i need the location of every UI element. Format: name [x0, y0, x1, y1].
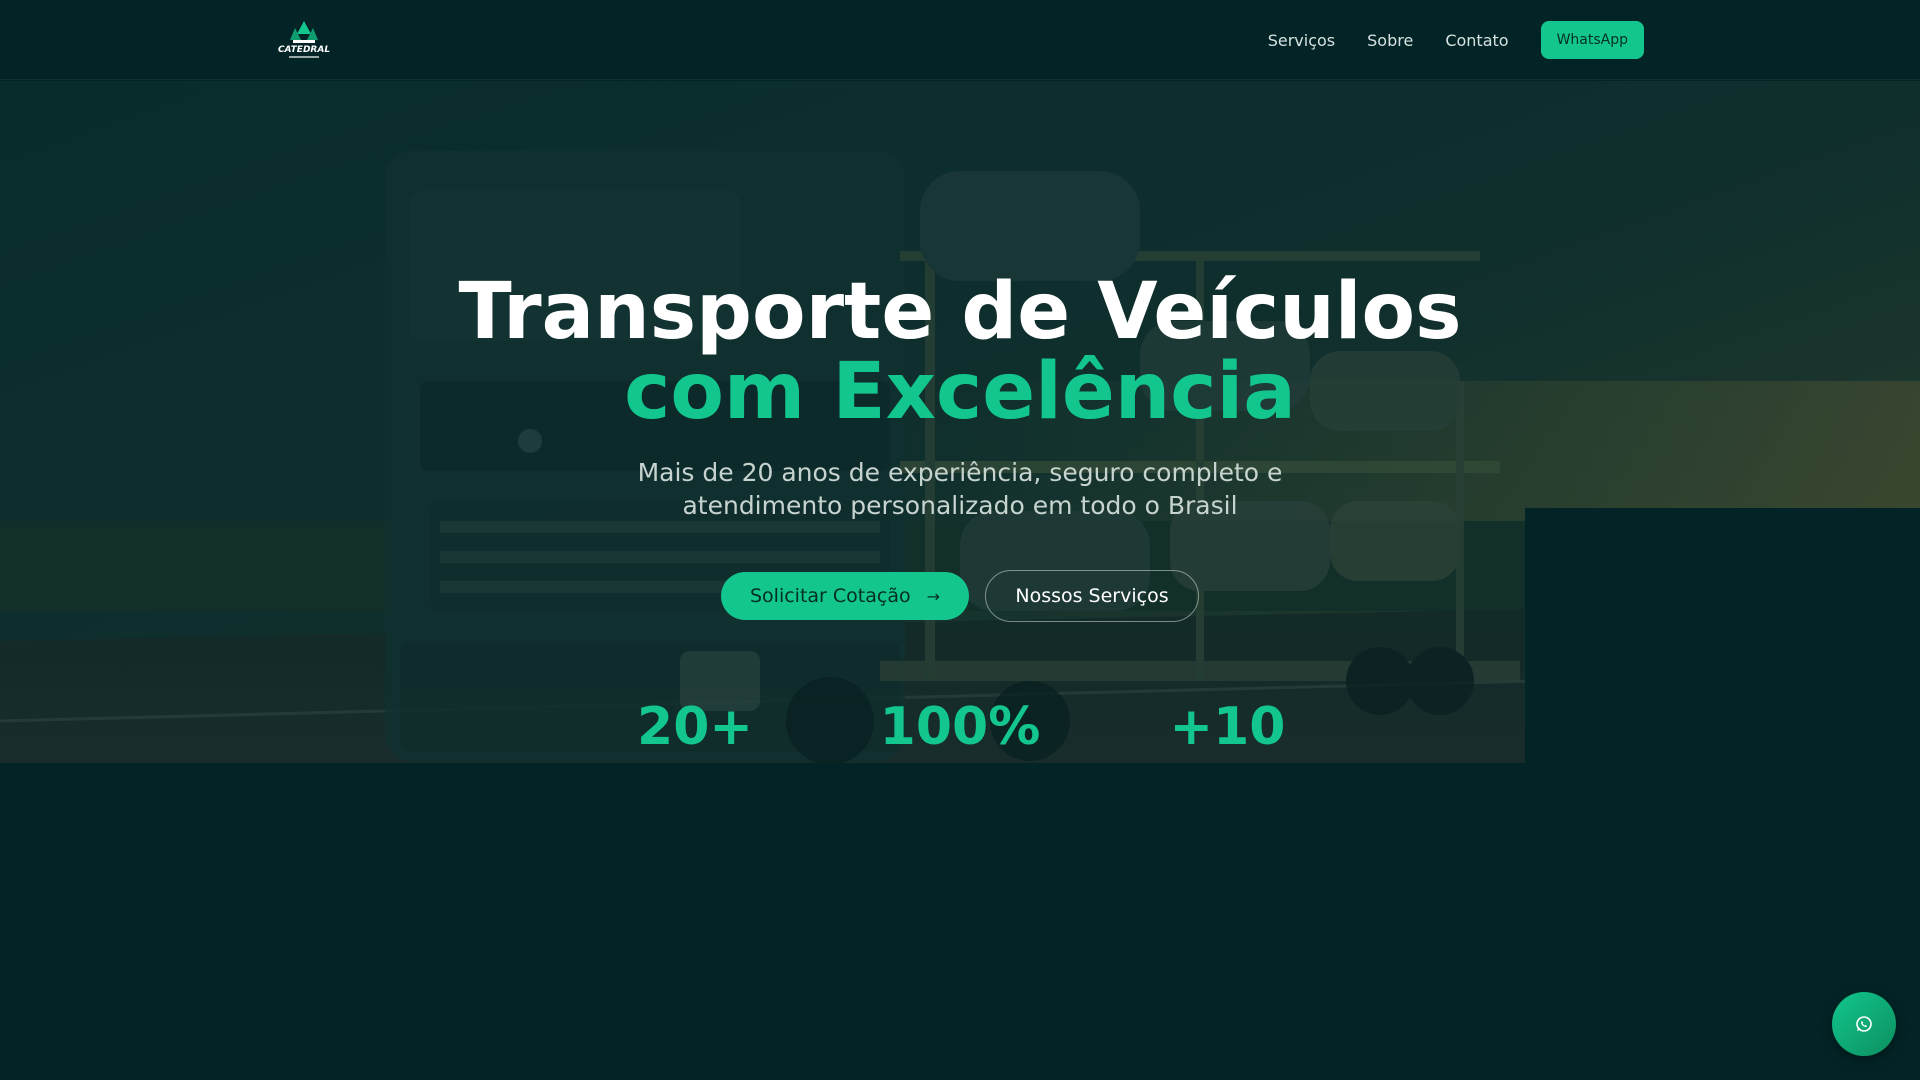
- nav-link-sobre[interactable]: Sobre: [1367, 31, 1413, 50]
- catedral-logo[interactable]: CATEDRAL: [278, 20, 330, 60]
- stat-years: 20+: [637, 697, 753, 757]
- hero-title: Transporte de Veículos: [458, 267, 1462, 357]
- our-services-button[interactable]: Nossos Serviços: [985, 570, 1199, 622]
- landing-page: CATEDRAL Serviços Sobre Contato WhatsApp…: [0, 0, 1920, 1080]
- stat-count: +10: [1169, 697, 1286, 757]
- main-nav: Serviços Sobre Contato WhatsApp: [1268, 20, 1644, 60]
- whatsapp-icon: [1856, 1016, 1872, 1032]
- logo-text: CATEDRAL: [277, 45, 331, 55]
- logo-underline: [289, 56, 319, 58]
- stat-percentage: 100%: [879, 697, 1041, 757]
- request-quote-button[interactable]: Solicitar Cotação →: [721, 572, 969, 620]
- site-header: CATEDRAL Serviços Sobre Contato WhatsApp: [0, 0, 1920, 80]
- whatsapp-button[interactable]: WhatsApp: [1540, 21, 1644, 59]
- nav-link-contato[interactable]: Contato: [1445, 31, 1508, 50]
- nav-link-servicos[interactable]: Serviços: [1268, 31, 1335, 50]
- arrow-right-icon: →: [926, 586, 940, 606]
- floating-whatsapp-button[interactable]: [1832, 992, 1896, 1056]
- request-quote-label: Solicitar Cotação: [749, 585, 911, 607]
- hero-subtitle: Mais de 20 anos de experiência, seguro c…: [637, 458, 1283, 520]
- hero-title-highlight: com Excelência: [624, 347, 1296, 437]
- logo-emblem-icon: [290, 21, 318, 43]
- hero-section: Transporte de Veículos com Excelência Ma…: [0, 0, 1920, 763]
